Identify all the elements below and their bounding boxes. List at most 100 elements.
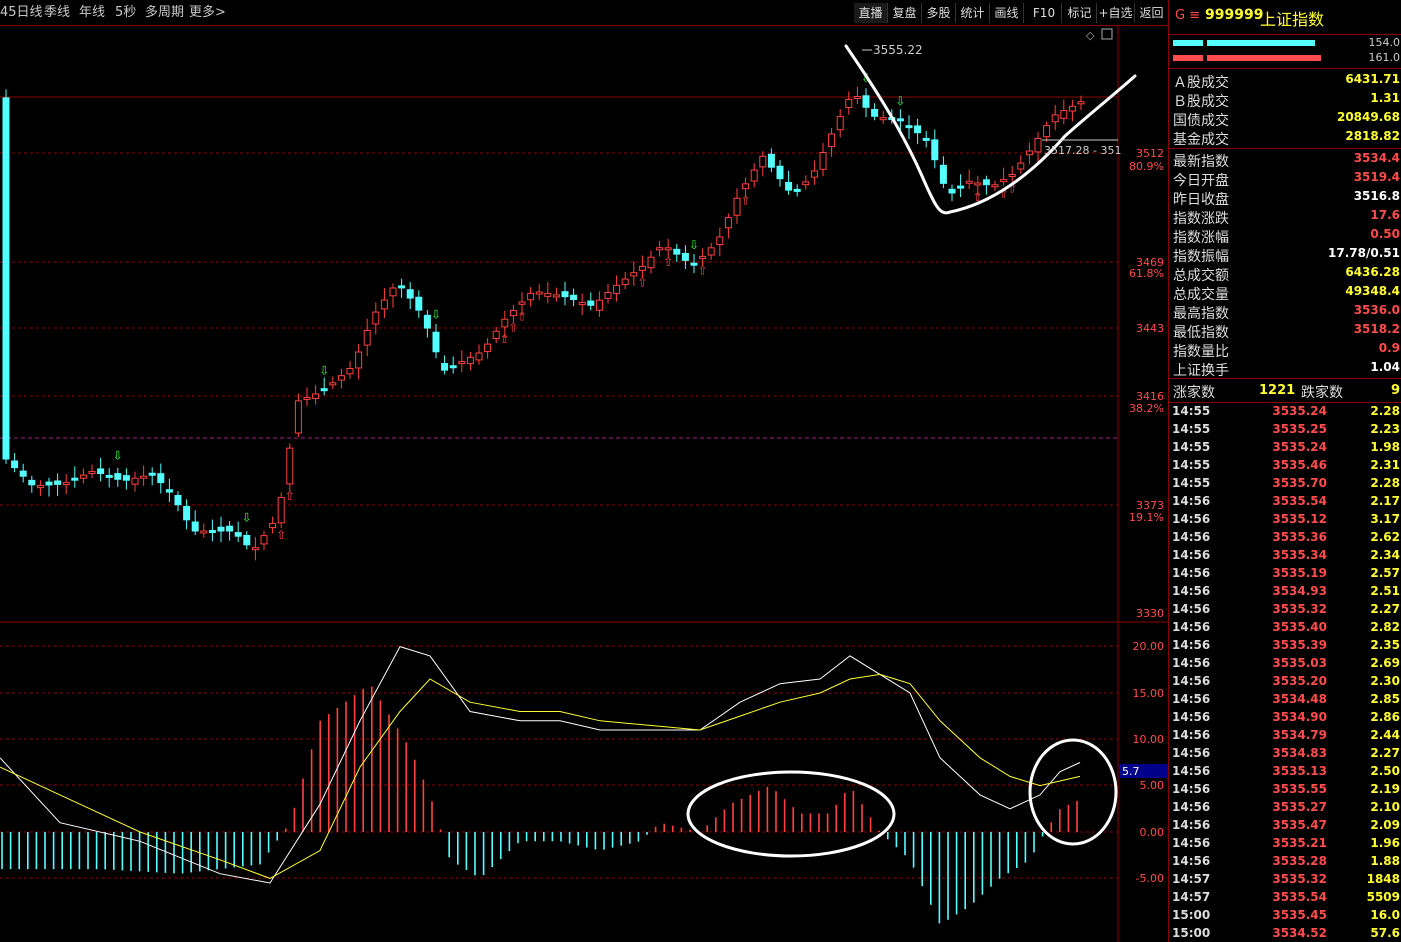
candle-body bbox=[673, 248, 681, 255]
candle-body bbox=[380, 299, 388, 310]
signal-arrows: ⇧⇧⇧⇧⇧⇧⇧⇧⇧ ⇧ ⇧⇧⇩⇩⇩⇩⇩⇩⇩ bbox=[113, 71, 1017, 542]
tick-price: 3535.40 bbox=[1272, 620, 1327, 634]
candle-body bbox=[587, 300, 595, 306]
tab-period-5sec[interactable]: 5秒 bbox=[115, 0, 136, 25]
candle-body bbox=[217, 526, 225, 532]
tab-multi-period[interactable]: 多周期 bbox=[145, 0, 184, 25]
replay-button[interactable]: 复盘 bbox=[888, 3, 922, 23]
stat-row: 最新指数 3534.4 bbox=[1169, 151, 1401, 170]
candle-body bbox=[36, 485, 44, 489]
candle-body bbox=[441, 362, 449, 371]
candle-body bbox=[329, 382, 337, 386]
axis-pct-191: 19.1% bbox=[1129, 511, 1164, 524]
statistics-button[interactable]: 统计 bbox=[956, 3, 990, 23]
index-code: 999999 bbox=[1205, 7, 1264, 23]
tick-row[interactable]: 14:56 3535.54 2.17 bbox=[1169, 494, 1401, 512]
stat-value: 3519.4 bbox=[1353, 170, 1400, 184]
tick-time: 14:56 bbox=[1172, 764, 1211, 778]
tick-row[interactable]: 14:56 3535.19 2.57 bbox=[1169, 566, 1401, 584]
tick-row[interactable]: 14:56 3534.90 2.86 bbox=[1169, 710, 1401, 728]
tick-row[interactable]: 15:00 3535.45 16.0 bbox=[1169, 908, 1401, 926]
tick-row[interactable]: 14:56 3535.34 2.34 bbox=[1169, 548, 1401, 566]
tick-row[interactable]: 14:55 3535.46 2.31 bbox=[1169, 458, 1401, 476]
tick-row[interactable]: 14:56 3535.55 2.19 bbox=[1169, 782, 1401, 800]
tick-row[interactable]: 14:56 3535.20 2.30 bbox=[1169, 674, 1401, 692]
sell-signal-arrow-icon: ⇩ bbox=[689, 238, 699, 252]
stat-row: 指数振幅 17.78/0.51 bbox=[1169, 246, 1401, 265]
candle-body bbox=[269, 523, 277, 529]
tick-row[interactable]: 14:56 3535.36 2.62 bbox=[1169, 530, 1401, 548]
add-watchlist-button[interactable]: +自选 bbox=[1097, 3, 1135, 23]
tick-row[interactable]: 14:56 3535.39 2.35 bbox=[1169, 638, 1401, 656]
candle-body bbox=[355, 351, 363, 369]
macd-histogram bbox=[1, 686, 1078, 924]
candle-body bbox=[54, 480, 62, 485]
tick-row[interactable]: 14:57 3535.32 1848 bbox=[1169, 872, 1401, 890]
up-count-label: 涨家数 bbox=[1173, 385, 1215, 401]
tick-volume: 1848 bbox=[1366, 872, 1400, 886]
candle-body bbox=[105, 474, 113, 478]
tab-period-45day[interactable]: 45日线 bbox=[0, 0, 43, 25]
stat-row: 最低指数 3518.2 bbox=[1169, 322, 1401, 341]
diamond-icon[interactable]: ◇ bbox=[1086, 29, 1095, 42]
tick-row[interactable]: 14:56 3535.12 3.17 bbox=[1169, 512, 1401, 530]
tick-row[interactable]: 14:56 3535.47 2.09 bbox=[1169, 818, 1401, 836]
kline-macd-chart[interactable]: ⇧⇧⇧⇧⇧⇧⇧⇧⇧ ⇧ ⇧⇧⇩⇩⇩⇩⇩⇩⇩ 3555.22 3517.28 - 35… bbox=[0, 26, 1168, 942]
tick-row[interactable]: 14:56 3535.40 2.82 bbox=[1169, 620, 1401, 638]
candle-body bbox=[140, 475, 148, 479]
macd-dea-line bbox=[0, 673, 1081, 879]
tick-row[interactable]: 14:56 3535.03 2.69 bbox=[1169, 656, 1401, 674]
tick-row[interactable]: 14:56 3535.27 2.10 bbox=[1169, 800, 1401, 818]
stat-value: 2818.82 bbox=[1345, 129, 1400, 143]
tick-row[interactable]: 14:56 3535.28 1.88 bbox=[1169, 854, 1401, 872]
candle-body bbox=[320, 388, 328, 392]
live-button[interactable]: 直播 bbox=[854, 3, 888, 23]
tick-time: 14:56 bbox=[1172, 818, 1211, 832]
multi-stock-button[interactable]: 多股 bbox=[922, 3, 956, 23]
drawing-button[interactable]: 画线 bbox=[990, 3, 1024, 23]
tick-row[interactable]: 14:55 3535.24 1.98 bbox=[1169, 440, 1401, 458]
candle-body bbox=[518, 301, 526, 305]
candle-body bbox=[346, 368, 354, 375]
tick-price: 3535.34 bbox=[1272, 548, 1327, 562]
candle-body bbox=[449, 365, 457, 369]
tab-more[interactable]: 更多> bbox=[189, 0, 226, 25]
candle-body bbox=[690, 262, 698, 266]
tick-row[interactable]: 14:55 3535.70 2.28 bbox=[1169, 476, 1401, 494]
tick-row[interactable]: 14:56 3535.32 2.27 bbox=[1169, 602, 1401, 620]
tab-period-quarter[interactable]: 季线 bbox=[44, 0, 70, 25]
tick-row[interactable]: 14:56 3535.13 2.50 bbox=[1169, 764, 1401, 782]
tick-row[interactable]: 14:56 3534.83 2.27 bbox=[1169, 746, 1401, 764]
panel-prefix[interactable]: G ≡ bbox=[1175, 8, 1200, 23]
back-button[interactable]: 返回 bbox=[1135, 3, 1168, 23]
tick-volume: 2.27 bbox=[1370, 602, 1400, 616]
tick-row[interactable]: 14:56 3535.21 1.96 bbox=[1169, 836, 1401, 854]
candle-body bbox=[862, 95, 870, 108]
tick-time: 14:56 bbox=[1172, 710, 1211, 724]
tick-price: 3535.46 bbox=[1272, 458, 1327, 472]
tick-volume: 2.35 bbox=[1370, 638, 1400, 652]
tick-row[interactable]: 14:56 3534.93 2.51 bbox=[1169, 584, 1401, 602]
chart-grid bbox=[0, 26, 1168, 942]
candle-body bbox=[535, 291, 543, 295]
f10-button[interactable]: F10 bbox=[1027, 3, 1062, 23]
tick-row[interactable]: 15:00 3534.52 57.6 bbox=[1169, 926, 1401, 942]
candle-body bbox=[484, 343, 492, 353]
tick-time: 14:55 bbox=[1172, 440, 1211, 454]
tick-volume: 2.17 bbox=[1370, 494, 1400, 508]
breadth-row: 涨家数 1221 跌家数 9 bbox=[1169, 382, 1401, 401]
stat-label: 总成交量 bbox=[1173, 287, 1229, 303]
candle-body bbox=[1034, 138, 1042, 153]
tick-row[interactable]: 14:55 3535.24 2.28 bbox=[1169, 404, 1401, 422]
tick-row[interactable]: 14:57 3535.54 5509 bbox=[1169, 890, 1401, 908]
tab-period-year[interactable]: 年线 bbox=[79, 0, 105, 25]
tick-row[interactable]: 14:55 3535.25 2.23 bbox=[1169, 422, 1401, 440]
window-toggle-icon[interactable] bbox=[1101, 28, 1113, 40]
tick-row[interactable]: 14:56 3534.48 2.85 bbox=[1169, 692, 1401, 710]
axis-price-3443: 3443 bbox=[1136, 322, 1164, 335]
mark-button[interactable]: 标记 bbox=[1063, 3, 1097, 23]
tick-row[interactable]: 14:56 3534.79 2.44 bbox=[1169, 728, 1401, 746]
candle-body bbox=[131, 477, 139, 485]
stat-row: 总成交量 49348.4 bbox=[1169, 284, 1401, 303]
stat-label: 指数涨跌 bbox=[1173, 211, 1229, 227]
